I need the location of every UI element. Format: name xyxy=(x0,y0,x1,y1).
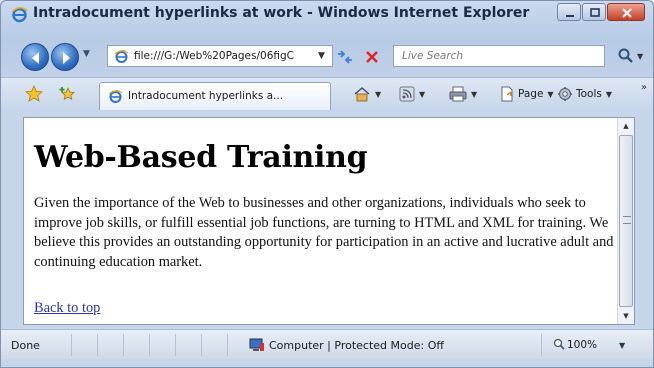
tools-gear-icon xyxy=(558,87,572,101)
search-options-dropdown[interactable]: ▼ xyxy=(637,52,643,61)
back-to-top-link[interactable]: Back to top xyxy=(34,300,100,317)
title-bar: Intradocument hyperlinks at work - Windo… xyxy=(1,1,653,27)
back-arrow-icon xyxy=(32,52,39,64)
feeds-button[interactable]: ▼ xyxy=(399,84,425,104)
home-icon xyxy=(354,87,370,102)
zoom-icon[interactable] xyxy=(553,338,566,351)
tools-menu-label: Tools xyxy=(576,88,602,100)
status-divider xyxy=(175,334,176,356)
status-divider xyxy=(541,334,542,356)
maximize-icon xyxy=(590,8,600,17)
page-menu-label: Page xyxy=(518,88,544,100)
security-zone-text[interactable]: Computer | Protected Mode: Off xyxy=(269,339,444,352)
favorites-star-icon[interactable] xyxy=(25,85,43,103)
more-commands-chevron-icon[interactable]: » xyxy=(641,82,647,93)
status-divider xyxy=(227,334,228,356)
ie-logo-icon xyxy=(11,6,28,23)
zoom-level[interactable]: 100% xyxy=(567,339,597,351)
tab-intradocument-hyperlinks[interactable]: Intradocument hyperlinks a... xyxy=(99,82,331,110)
zoom-dropdown-icon[interactable]: ▼ xyxy=(619,341,625,350)
page-icon xyxy=(108,90,123,103)
page-content: Web-Based Training Given the importance … xyxy=(23,117,635,325)
browser-window: Intradocument hyperlinks at work - Windo… xyxy=(0,0,654,368)
address-url[interactable]: file:///G:/Web%20Pages/06figC xyxy=(134,50,310,62)
scroll-up-icon[interactable]: ▲ xyxy=(618,118,634,134)
home-button[interactable]: ▼ xyxy=(353,84,381,104)
maximize-button[interactable] xyxy=(582,3,606,21)
feeds-icon xyxy=(399,86,415,102)
status-text: Done xyxy=(11,339,40,352)
scroll-grip-icon xyxy=(623,216,631,224)
recent-pages-dropdown[interactable]: ▼ xyxy=(83,49,90,59)
status-divider xyxy=(97,334,98,356)
page-icon xyxy=(114,50,129,63)
address-toolbar: ▼ file:///G:/Web%20Pages/06figC ▼ Live S… xyxy=(1,41,653,71)
window-title: Intradocument hyperlinks at work - Windo… xyxy=(33,5,530,21)
tab-command-bar: Intradocument hyperlinks a... ▼ ▼ ▼ Page… xyxy=(1,77,653,110)
add-favorites-icon[interactable] xyxy=(59,85,77,103)
search-icon[interactable] xyxy=(617,47,635,65)
page-heading: Web-Based Training xyxy=(34,140,368,175)
status-divider xyxy=(123,334,124,356)
forward-arrow-icon xyxy=(63,52,70,64)
minimize-icon xyxy=(566,15,574,17)
status-divider xyxy=(71,334,72,356)
vertical-scrollbar[interactable]: ▲ ▼ xyxy=(617,118,634,324)
refresh-icon[interactable] xyxy=(335,49,355,65)
close-button[interactable] xyxy=(607,3,645,21)
minimize-button[interactable] xyxy=(557,3,581,21)
page-menu-icon xyxy=(501,86,513,102)
address-dropdown[interactable]: ▼ xyxy=(318,51,325,61)
forward-button[interactable] xyxy=(51,43,79,71)
print-button[interactable]: ▼ xyxy=(449,84,477,104)
back-button[interactable] xyxy=(21,43,49,71)
tools-menu[interactable]: Tools ▼ xyxy=(557,84,612,104)
page-menu[interactable]: Page ▼ xyxy=(499,84,554,104)
search-box[interactable]: Live Search xyxy=(393,45,605,67)
print-icon xyxy=(449,86,467,102)
status-divider xyxy=(149,334,150,356)
page-paragraph: Given the importance of the Web to busin… xyxy=(34,195,614,270)
address-bar[interactable]: file:///G:/Web%20Pages/06figC ▼ xyxy=(107,45,333,67)
scroll-down-icon[interactable]: ▼ xyxy=(618,308,634,324)
status-bar: Done Computer | Protected Mode: Off 100%… xyxy=(1,329,653,359)
close-icon xyxy=(622,8,632,18)
scroll-thumb[interactable] xyxy=(619,135,633,307)
computer-zone-icon xyxy=(249,338,264,351)
stop-icon[interactable] xyxy=(363,48,381,66)
status-divider xyxy=(201,334,202,356)
tab-label: Intradocument hyperlinks a... xyxy=(128,90,284,102)
search-input[interactable]: Live Search xyxy=(402,50,463,62)
caption-buttons xyxy=(557,3,645,23)
